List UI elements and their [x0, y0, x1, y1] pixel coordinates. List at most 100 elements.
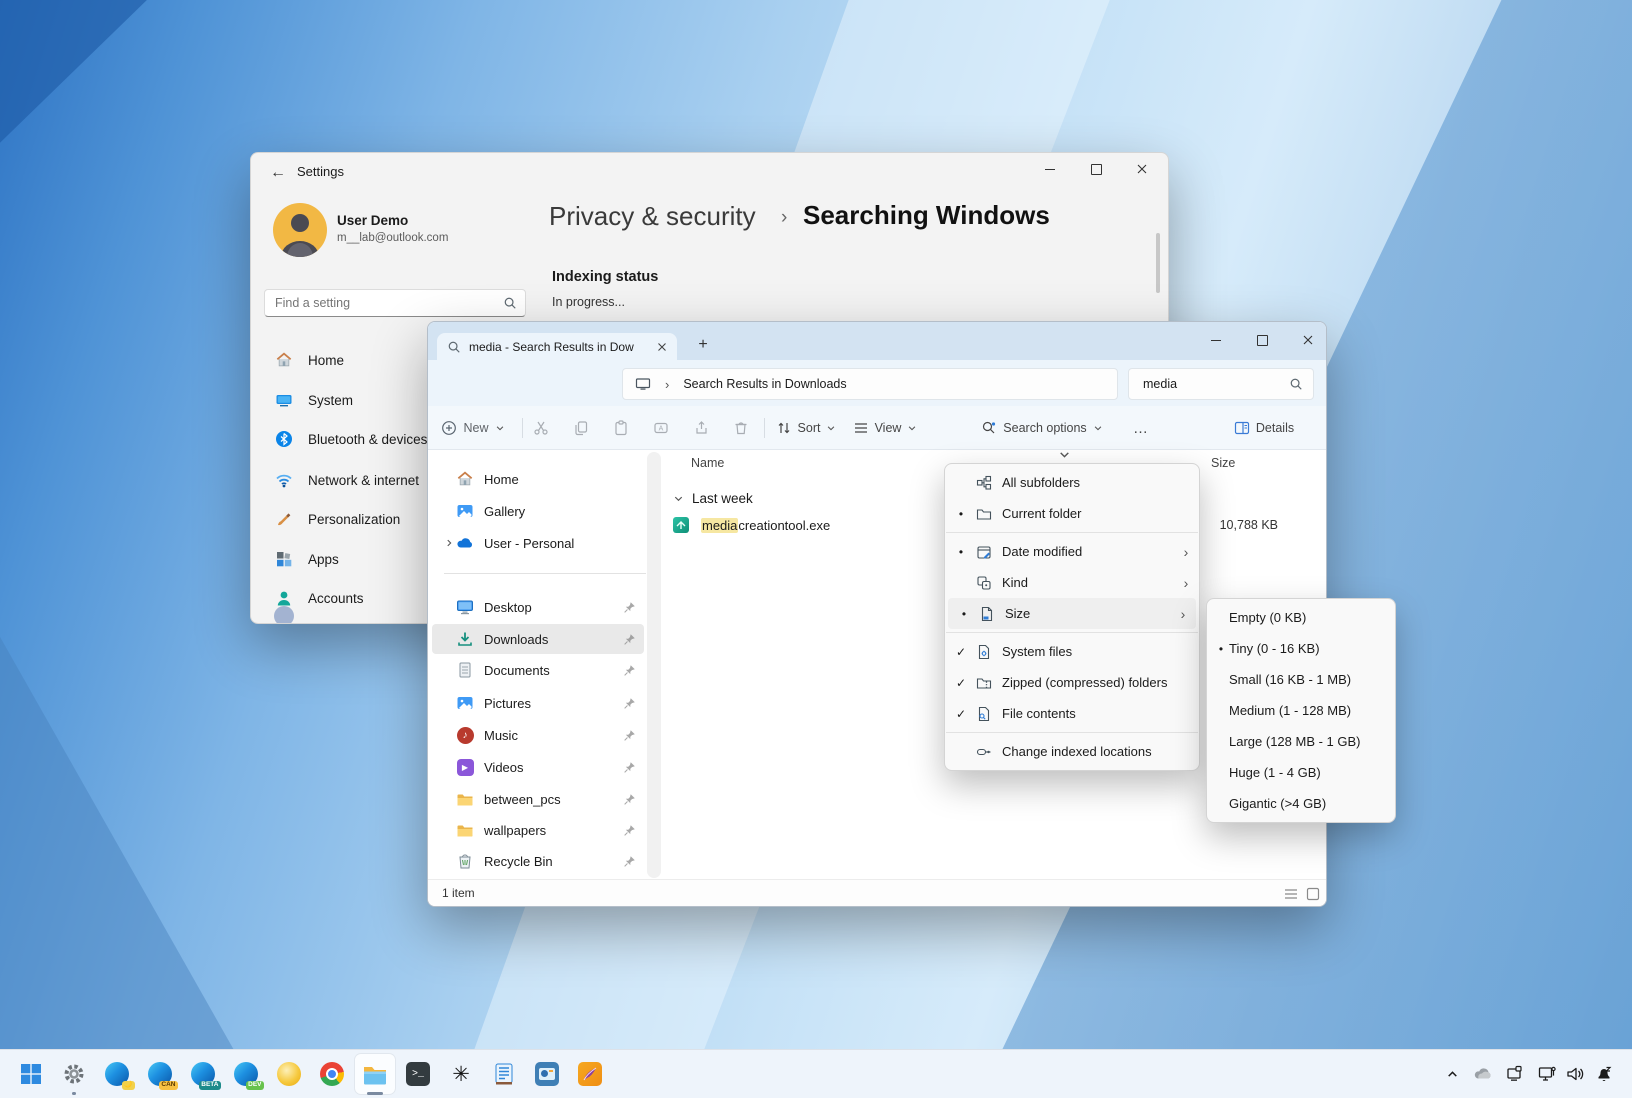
explorer-nav-recycle-bin[interactable]: Recycle Bin: [432, 846, 644, 876]
explorer-search-box[interactable]: [1128, 368, 1314, 400]
pin-icon: [623, 664, 636, 677]
taskbar-file-explorer-button[interactable]: [355, 1054, 395, 1094]
explorer-titlebar[interactable]: media - Search Results in Dow +: [428, 322, 1326, 360]
menu-item-all-subfolders[interactable]: All subfolders: [945, 467, 1199, 498]
share-button[interactable]: [685, 414, 717, 442]
expand-chevron-icon[interactable]: [444, 538, 454, 548]
more-options-button[interactable]: …: [1124, 414, 1158, 442]
group-header-last-week[interactable]: Last week: [673, 483, 753, 513]
menu-item-kind[interactable]: Kind ›: [945, 567, 1199, 598]
documents-icon: [456, 661, 474, 679]
delete-button[interactable]: [725, 414, 757, 442]
submenu-item-small[interactable]: Small (16 KB - 1 MB): [1207, 664, 1395, 695]
settings-search-input[interactable]: [264, 289, 526, 317]
view-button[interactable]: View: [852, 414, 918, 442]
submenu-item-gigantic[interactable]: Gigantic (>4 GB): [1207, 788, 1395, 819]
address-bar[interactable]: › Search Results in Downloads: [622, 368, 1118, 400]
explorer-nav-gallery[interactable]: Gallery: [432, 496, 644, 526]
menu-item-zipped-folders[interactable]: ✓ Zipped (compressed) folders: [945, 667, 1199, 698]
chevron-down-icon: [907, 423, 917, 433]
submenu-item-huge[interactable]: Huge (1 - 4 GB): [1207, 757, 1395, 788]
address-path-text[interactable]: Search Results in Downloads: [683, 377, 846, 391]
menu-item-change-indexed-locations[interactable]: Change indexed locations: [945, 736, 1199, 767]
taskbar-notepad-button[interactable]: [484, 1054, 524, 1094]
column-header-name[interactable]: Name: [691, 456, 724, 470]
explorer-search-input[interactable]: [1141, 376, 1275, 392]
cut-button[interactable]: [525, 414, 557, 442]
settings-scrollbar[interactable]: [1156, 233, 1160, 293]
taskbar-media-app-button[interactable]: [527, 1054, 567, 1094]
new-tab-button[interactable]: +: [690, 332, 716, 358]
taskbar-edge-canary-button[interactable]: CAN: [140, 1054, 180, 1094]
folder-icon: [456, 790, 474, 808]
explorer-nav-downloads-selected[interactable]: Downloads: [432, 624, 644, 654]
paste-button[interactable]: [605, 414, 637, 442]
downloads-icon: [456, 630, 474, 648]
thumbnail-view-toggle-icon[interactable]: [1306, 887, 1320, 901]
taskbar-terminal-button[interactable]: >_: [398, 1054, 438, 1094]
search-options-button[interactable]: Search options: [976, 414, 1108, 442]
submenu-item-empty[interactable]: Empty (0 KB): [1207, 602, 1395, 633]
start-button[interactable]: [11, 1054, 51, 1094]
column-header-size[interactable]: Size: [1211, 456, 1235, 470]
collapse-chevron-icon[interactable]: [673, 493, 684, 504]
explorer-nav-wallpapers[interactable]: wallpapers: [432, 815, 644, 845]
explorer-close-button[interactable]: [1285, 324, 1327, 356]
breadcrumb-parent[interactable]: Privacy & security: [549, 201, 756, 232]
explorer-nav-pictures[interactable]: Pictures: [432, 688, 644, 718]
pin-icon: [623, 761, 636, 774]
taskbar-edge-beta-button[interactable]: BETA: [183, 1054, 223, 1094]
avatar[interactable]: [273, 203, 327, 257]
settings-minimize-button[interactable]: [1027, 153, 1073, 185]
display-connect-icon[interactable]: [1533, 1060, 1561, 1088]
copy-button[interactable]: [565, 414, 597, 442]
details-view-toggle-icon[interactable]: [1284, 887, 1298, 901]
tab-close-icon[interactable]: [655, 340, 669, 354]
explorer-nav-music[interactable]: ♪Music: [432, 720, 644, 750]
settings-maximize-button[interactable]: [1073, 153, 1119, 185]
submenu-item-large[interactable]: Large (128 MB - 1 GB): [1207, 726, 1395, 757]
sort-icon: [776, 420, 792, 436]
explorer-minimize-button[interactable]: [1193, 324, 1239, 356]
taskbar-edge-button[interactable]: 🌙: [97, 1054, 137, 1094]
explorer-nav-home[interactable]: Home: [432, 464, 644, 494]
volume-icon[interactable]: [1561, 1060, 1589, 1088]
menu-item-file-contents[interactable]: ✓ File contents: [945, 698, 1199, 729]
taskbar-settings-button[interactable]: [54, 1054, 94, 1094]
explorer-tab[interactable]: media - Search Results in Dow: [437, 333, 677, 360]
menu-item-date-modified[interactable]: • Date modified ›: [945, 536, 1199, 567]
taskbar-chrome-canary-button[interactable]: [269, 1054, 309, 1094]
onedrive-cloud-icon: [456, 534, 474, 552]
taskbar-chrome-button[interactable]: [312, 1054, 352, 1094]
home-icon: [274, 350, 294, 370]
taskbar-chatgpt-button[interactable]: ✳: [441, 1054, 481, 1094]
search-icon[interactable]: [1289, 377, 1303, 391]
menu-item-current-folder[interactable]: • Current folder: [945, 498, 1199, 529]
details-button[interactable]: Details: [1214, 414, 1314, 442]
taskbar-edge-dev-button[interactable]: DEV: [226, 1054, 266, 1094]
explorer-nav-videos[interactable]: ▶Videos: [432, 752, 644, 782]
explorer-nav-desktop[interactable]: Desktop: [432, 592, 644, 622]
explorer-nav-onedrive[interactable]: User - Personal: [432, 528, 644, 558]
nav-scrollbar[interactable]: [647, 452, 661, 878]
recycle-bin-icon: [456, 852, 474, 870]
pc-lock-icon[interactable]: [1501, 1060, 1529, 1088]
notification-bell-icon[interactable]: [1590, 1060, 1618, 1088]
new-button[interactable]: New: [438, 414, 508, 442]
submenu-item-tiny[interactable]: •Tiny (0 - 16 KB): [1207, 633, 1395, 664]
explorer-nav-documents[interactable]: Documents: [432, 655, 644, 685]
settings-close-button[interactable]: [1119, 153, 1165, 185]
back-arrow-button[interactable]: ←: [263, 159, 293, 187]
submenu-item-medium[interactable]: Medium (1 - 128 MB): [1207, 695, 1395, 726]
onedrive-icon[interactable]: [1469, 1060, 1497, 1088]
file-row-mediacreationtool[interactable]: mediacreationtool.exe: [673, 510, 830, 540]
size-doc-icon: [978, 605, 995, 622]
menu-item-system-files[interactable]: ✓ System files: [945, 636, 1199, 667]
rename-button[interactable]: A: [645, 414, 677, 442]
explorer-nav-between-pcs[interactable]: between_pcs: [432, 784, 644, 814]
taskbar-feather-app-button[interactable]: [570, 1054, 610, 1094]
sort-button[interactable]: Sort: [774, 414, 838, 442]
tray-expand-chevron[interactable]: [1438, 1060, 1466, 1088]
menu-item-size[interactable]: • Size ›: [948, 598, 1196, 629]
explorer-maximize-button[interactable]: [1239, 324, 1285, 356]
